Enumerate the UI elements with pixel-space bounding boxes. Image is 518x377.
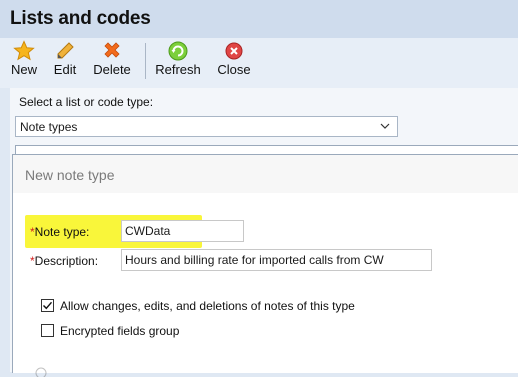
encrypted-fields-checkbox[interactable]: [41, 324, 54, 337]
note-type-input[interactable]: CWData: [121, 220, 244, 242]
allow-changes-label: Allow changes, edits, and deletions of n…: [60, 299, 355, 313]
refresh-icon: [168, 41, 188, 61]
edit-label: Edit: [53, 62, 77, 77]
refresh-label: Refresh: [155, 62, 201, 77]
window-title: Lists and codes: [10, 8, 151, 29]
obscured-option-row: [35, 363, 518, 377]
description-input[interactable]: Hours and billing rate for imported call…: [121, 249, 432, 271]
new-label: New: [10, 62, 37, 77]
dialog-header: New note type: [13, 155, 518, 193]
pencil-icon: [57, 42, 74, 59]
list-type-select[interactable]: Note types: [15, 116, 398, 137]
list-type-value: Note types: [20, 120, 78, 134]
toolbar-separator: [145, 43, 146, 79]
close-label: Close: [217, 62, 251, 77]
chevron-down-icon: [380, 123, 390, 129]
star-icon: [13, 40, 35, 61]
toolbar: New Edit Delete Refresh Close: [0, 38, 518, 88]
new-note-type-dialog: New note type *Note type: CWData *Descri…: [12, 154, 518, 377]
delete-button[interactable]: Delete: [90, 38, 134, 84]
description-label: *Description:: [30, 254, 98, 268]
checkmark-icon: [43, 301, 53, 310]
description-label-text: Description:: [34, 254, 99, 268]
x-icon: [104, 42, 120, 58]
new-button[interactable]: New: [7, 38, 41, 84]
edit-button[interactable]: Edit: [49, 38, 81, 84]
title-bar: Lists and codes: [0, 0, 518, 38]
close-button[interactable]: Close: [214, 38, 254, 84]
note-type-label: *Note type:: [30, 225, 89, 239]
select-type-label: Select a list or code type:: [19, 95, 154, 109]
encrypted-fields-label: Encrypted fields group: [60, 324, 180, 338]
dialog-title: New note type: [25, 167, 115, 183]
refresh-button[interactable]: Refresh: [152, 38, 204, 84]
allow-changes-checkbox[interactable]: [41, 299, 54, 312]
radio-icon: [35, 367, 47, 377]
delete-label: Delete: [93, 62, 131, 77]
note-type-label-text: Note type:: [34, 225, 90, 239]
close-icon: [225, 42, 243, 60]
